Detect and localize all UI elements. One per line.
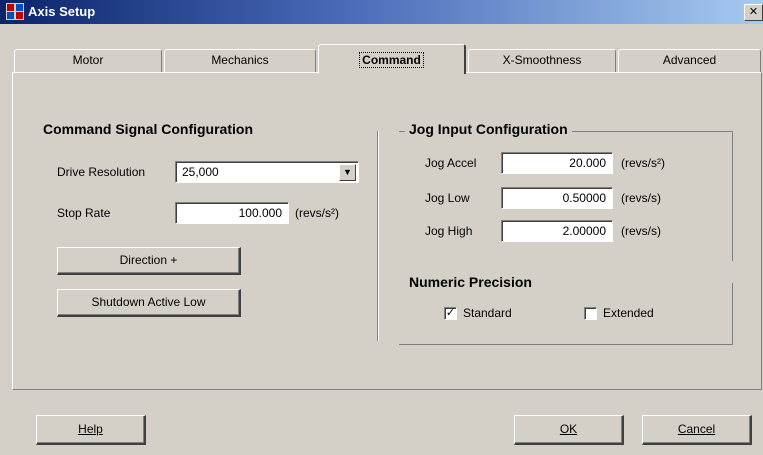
tab-label: Motor xyxy=(72,53,104,67)
jog-accel-input[interactable]: 20.000 xyxy=(501,152,613,174)
axis-setup-window: Axis Setup ✕ Motor Mechanics Command X-S… xyxy=(0,0,763,455)
title-bar[interactable]: Axis Setup ✕ xyxy=(0,0,763,24)
jog-low-input[interactable]: 0.50000 xyxy=(501,187,613,209)
command-tab-panel: Command Signal Configuration Drive Resol… xyxy=(12,72,762,390)
jog-low-label: Jog Low xyxy=(425,191,470,205)
stop-rate-unit: (revs/s²) xyxy=(295,206,339,220)
checkmark-icon: ✓ xyxy=(445,307,456,319)
group-separator xyxy=(377,131,379,341)
tab-label: X-Smoothness xyxy=(502,53,582,67)
window-title: Axis Setup xyxy=(28,4,96,19)
help-button[interactable]: Help xyxy=(36,415,146,445)
jog-input-title: Jog Input Configuration xyxy=(405,121,572,137)
tab-mechanics[interactable]: Mechanics xyxy=(164,49,316,72)
drive-resolution-value: 25,000 xyxy=(182,165,219,179)
tab-advanced[interactable]: Advanced xyxy=(618,49,761,72)
jog-high-input[interactable]: 2.00000 xyxy=(501,220,613,242)
tab-motor[interactable]: Motor xyxy=(14,49,162,72)
close-button[interactable]: ✕ xyxy=(744,4,763,21)
jog-low-unit: (revs/s) xyxy=(621,191,661,205)
stop-rate-label: Stop Rate xyxy=(57,206,111,220)
tab-x-smoothness[interactable]: X-Smoothness xyxy=(468,49,616,72)
cancel-button[interactable]: Cancel xyxy=(642,415,752,445)
shutdown-active-low-button[interactable]: Shutdown Active Low xyxy=(57,289,241,317)
command-signal-title: Command Signal Configuration xyxy=(39,121,257,137)
extended-label: Extended xyxy=(603,306,654,320)
jog-accel-unit: (revs/s²) xyxy=(621,156,665,170)
extended-checkbox[interactable] xyxy=(584,307,597,320)
jog-accel-label: Jog Accel xyxy=(425,156,477,170)
cancel-button-label: Cancel xyxy=(677,422,716,436)
direction-button[interactable]: Direction + xyxy=(57,247,241,275)
shutdown-button-label: Shutdown Active Low xyxy=(91,295,206,309)
drive-resolution-label: Drive Resolution xyxy=(57,165,146,179)
tab-label: Mechanics xyxy=(211,53,269,67)
app-icon xyxy=(6,3,24,20)
tab-label: Command xyxy=(359,52,424,68)
tab-command[interactable]: Command xyxy=(318,44,466,74)
drive-resolution-select[interactable]: 25,000 ▼ xyxy=(175,161,359,183)
ok-button-label: OK xyxy=(559,422,578,436)
jog-high-unit: (revs/s) xyxy=(621,224,661,238)
help-button-label: Help xyxy=(78,422,103,436)
close-icon: ✕ xyxy=(748,6,759,18)
numeric-precision-title: Numeric Precision xyxy=(405,274,536,290)
direction-button-label: Direction + xyxy=(119,253,178,267)
ok-button[interactable]: OK xyxy=(514,415,624,445)
standard-checkbox[interactable]: ✓ xyxy=(444,307,457,320)
chevron-down-icon[interactable]: ▼ xyxy=(339,164,356,181)
tab-label: Advanced xyxy=(662,53,717,67)
jog-high-label: Jog High xyxy=(425,224,473,238)
standard-label: Standard xyxy=(463,306,512,320)
stop-rate-input[interactable]: 100.000 xyxy=(175,202,289,224)
